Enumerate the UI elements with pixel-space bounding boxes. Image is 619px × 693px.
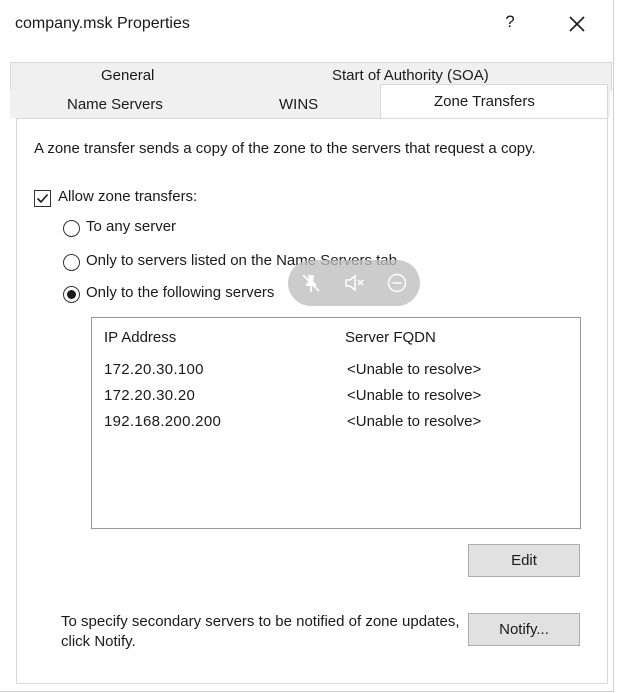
minus-circle-icon[interactable]	[385, 271, 409, 295]
radio-any-server-label[interactable]: To any server	[86, 218, 176, 235]
radio-any-server[interactable]	[63, 220, 80, 237]
table-row-fqdn[interactable]: <Unable to resolve>	[347, 413, 481, 430]
radio-following-servers[interactable]	[63, 286, 80, 303]
tab-start-of-authority[interactable]: Start of Authority (SOA)	[332, 67, 489, 84]
radio-selected-dot	[67, 290, 76, 299]
radio-following-servers-label[interactable]: Only to the following servers	[86, 284, 274, 301]
close-icon	[569, 16, 585, 32]
tab-zone-transfers[interactable]: Zone Transfers	[434, 93, 535, 110]
media-control-overlay	[288, 260, 420, 306]
properties-dialog: company.msk Properties ? General Start o…	[0, 0, 614, 692]
tab-name-servers[interactable]: Name Servers	[67, 96, 163, 113]
allow-zone-transfers-label[interactable]: Allow zone transfers:	[58, 188, 197, 205]
table-row-ip[interactable]: 172.20.30.100	[104, 361, 204, 378]
table-row-ip[interactable]: 192.168.200.200	[104, 413, 221, 430]
zone-transfer-description: A zone transfer sends a copy of the zone…	[34, 140, 536, 157]
radio-name-servers-tab[interactable]	[63, 254, 80, 271]
checkmark-icon	[36, 193, 49, 204]
table-row-fqdn[interactable]: <Unable to resolve>	[347, 361, 481, 378]
table-row-fqdn[interactable]: <Unable to resolve>	[347, 387, 481, 404]
mute-icon[interactable]	[342, 271, 366, 295]
notify-description: To specify secondary servers to be notif…	[61, 613, 460, 650]
allow-zone-transfers-checkbox[interactable]	[34, 190, 51, 207]
table-row-ip[interactable]: 172.20.30.20	[104, 387, 195, 404]
tab-general[interactable]: General	[101, 67, 154, 84]
column-header-ip-address[interactable]: IP Address	[104, 329, 176, 346]
notify-button[interactable]: Notify...	[468, 613, 580, 646]
help-button[interactable]: ?	[500, 12, 520, 36]
tab-wins[interactable]: WINS	[279, 96, 318, 113]
tab-strip: General Start of Authority (SOA) Name Se…	[0, 50, 613, 120]
edit-button[interactable]: Edit	[468, 544, 580, 577]
close-button[interactable]	[563, 10, 591, 38]
pin-off-icon[interactable]	[299, 271, 323, 295]
window-title: company.msk Properties	[15, 15, 190, 32]
title-bar: company.msk Properties ?	[0, 0, 613, 50]
column-header-server-fqdn[interactable]: Server FQDN	[345, 329, 436, 346]
